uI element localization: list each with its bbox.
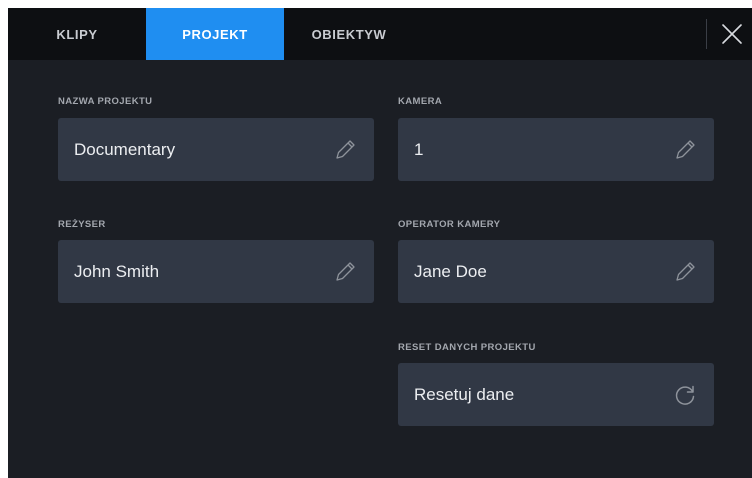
reset-project-data-button[interactable]: Resetuj dane (398, 363, 714, 426)
director-value: John Smith (74, 262, 160, 281)
project-settings-panel: KLIPY PROJEKT OBIEKTYW NAZWA PROJEKTU Do… (8, 8, 752, 478)
reset-project-data-value: Resetuj dane (414, 385, 515, 404)
camera-operator-field[interactable]: Jane Doe (398, 240, 714, 303)
close-icon (722, 24, 742, 44)
close-button[interactable] (714, 16, 750, 52)
tab-klipy[interactable]: KLIPY (8, 8, 146, 60)
refresh-icon (675, 385, 695, 405)
director-label: REŻYSER (58, 219, 106, 230)
camera-operator-label: OPERATOR KAMERY (398, 219, 501, 230)
camera-operator-value: Jane Doe (414, 262, 487, 281)
camera-label: KAMERA (398, 96, 443, 107)
director-field[interactable]: John Smith (58, 240, 374, 303)
tab-obiektyw[interactable]: OBIEKTYW (280, 8, 418, 60)
reset-project-data-label: RESET DANYCH PROJEKTU (398, 342, 536, 353)
pencil-icon (336, 140, 355, 159)
tab-projekt[interactable]: PROJEKT (146, 8, 284, 60)
camera-field[interactable]: 1 (398, 118, 714, 181)
pencil-icon (676, 262, 695, 281)
pencil-icon (676, 140, 695, 159)
project-name-value: Documentary (74, 140, 176, 159)
camera-value: 1 (414, 140, 424, 159)
tab-bar: KLIPY PROJEKT OBIEKTYW (8, 8, 752, 60)
close-divider (706, 19, 707, 49)
project-name-field[interactable]: Documentary (58, 118, 374, 181)
project-name-label: NAZWA PROJEKTU (58, 96, 153, 107)
pencil-icon (336, 262, 355, 281)
